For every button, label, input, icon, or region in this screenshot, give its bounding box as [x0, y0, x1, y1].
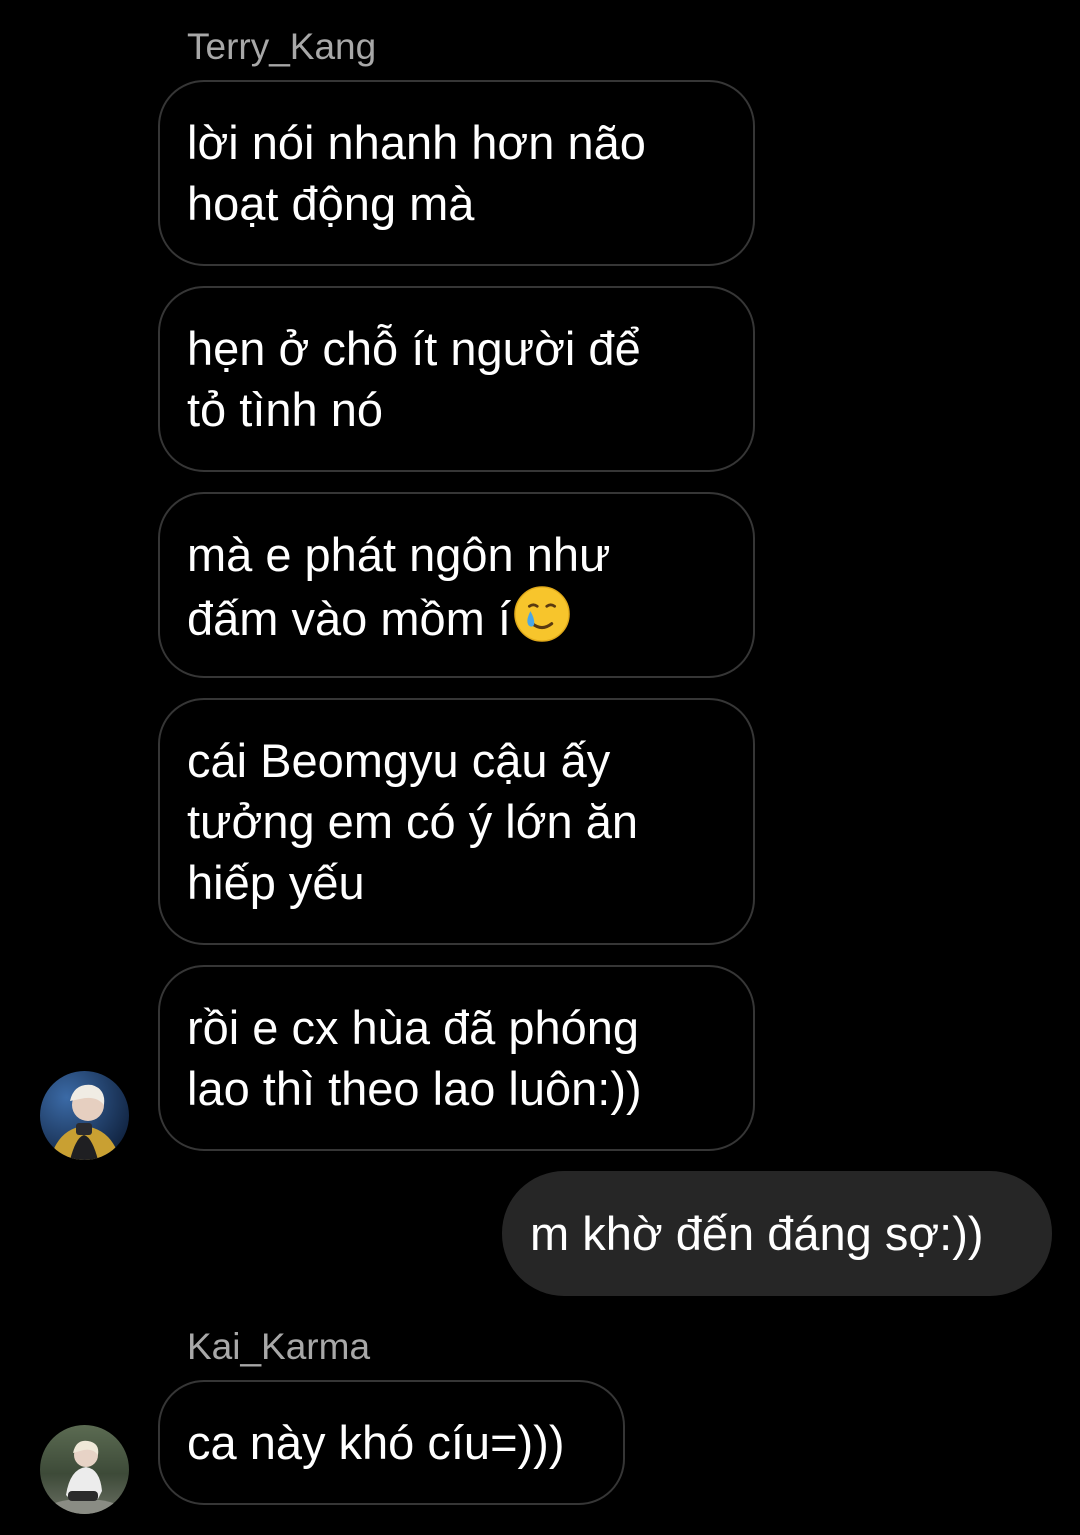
sender-name-terry-kang: Terry_Kang [187, 26, 377, 67]
sender-name-kai-karma: Kai_Karma [187, 1326, 371, 1367]
message-bubble[interactable]: mà e phát ngôn như đấm vào mồm í [158, 492, 755, 678]
message-text-line: rồi e cx hùa đã phóng [187, 1001, 640, 1054]
message-bubble-outgoing[interactable]: m khờ đến đáng sợ:)) [502, 1171, 1052, 1296]
message-bubble[interactable]: hẹn ở chỗ ít người để tỏ tình nó [158, 286, 755, 472]
avatar-image [40, 1425, 129, 1514]
message-text-line: hiếp yếu [187, 856, 365, 909]
message-text: đấm vào mồm í [187, 592, 511, 645]
message-text-line: cái Beomgyu cậu ấy [187, 734, 611, 787]
message-bubble[interactable]: lời nói nhanh hơn não hoạt động mà [158, 80, 755, 266]
message-text-line: tỏ tình nó [187, 383, 383, 436]
message-text: ca này khó cíu=))) [187, 1416, 565, 1469]
message-bubble[interactable]: ca này khó cíu=))) [158, 1380, 625, 1505]
message-text-line: lời nói nhanh hơn não [187, 116, 646, 169]
message-text-line: tưởng em có ý lớn ăn [187, 795, 639, 848]
avatar-kai-karma[interactable] [40, 1425, 129, 1514]
message-text-line-with-emoji: đấm vào mồm í [187, 585, 727, 649]
message-text-line: mà e phát ngôn như [187, 528, 611, 581]
smiling-face-with-tear-emoji [514, 586, 570, 642]
avatar-terry-kang[interactable] [40, 1071, 129, 1160]
message-text: m khờ đến đáng sợ:)) [530, 1207, 984, 1260]
message-bubble[interactable]: rồi e cx hùa đã phóng lao thì theo lao l… [158, 965, 755, 1151]
message-text-line: hẹn ở chỗ ít người để [187, 322, 641, 375]
message-bubble[interactable]: cái Beomgyu cậu ấy tưởng em có ý lớn ăn … [158, 698, 755, 945]
message-text-line: hoạt động mà [187, 177, 475, 230]
avatar-image [40, 1071, 129, 1160]
message-text-line: lao thì theo lao luôn:)) [187, 1062, 642, 1115]
